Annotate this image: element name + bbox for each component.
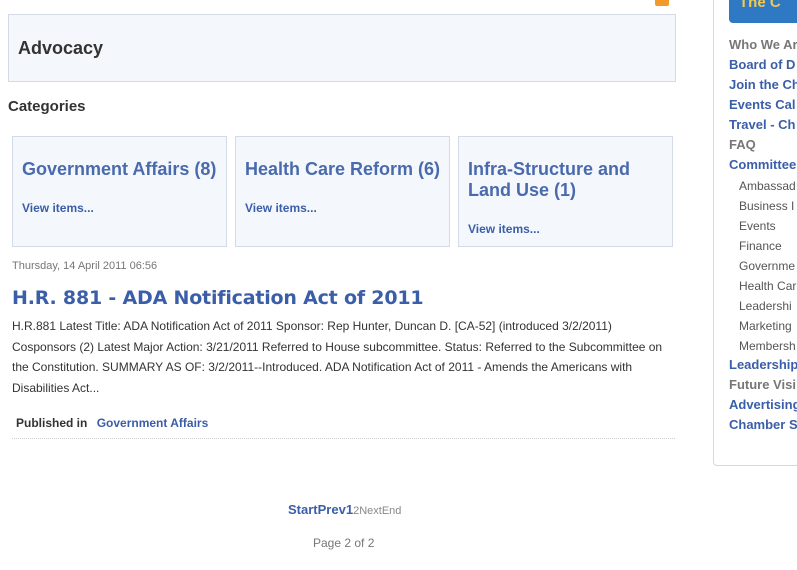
category-title[interactable]: Government Affairs (8) [22, 159, 218, 180]
sidebar-item[interactable]: Ambassad [729, 176, 797, 196]
sidebar-item[interactable]: Business I [729, 196, 797, 216]
article-date: Thursday, 14 April 2011 06:56 [12, 260, 158, 272]
sidebar-banner[interactable]: The C [729, 0, 797, 23]
sidebar-item[interactable]: Events [729, 216, 797, 236]
sidebar-menu: The C Who We Ar Board of D Join the Ch Even… [713, 0, 797, 466]
sidebar-item[interactable]: Join the Ch [729, 76, 797, 96]
sidebar-item[interactable]: Board of D [729, 56, 797, 76]
category-title[interactable]: Infra-Structure and Land Use (1) [468, 159, 664, 201]
divider [12, 438, 675, 439]
published-label: Published in [16, 416, 88, 430]
sidebar-item[interactable]: Marketing [729, 316, 797, 336]
article-title-link[interactable]: H.R. 881 - ADA Notification Act of 2011 [12, 287, 424, 309]
sidebar-item[interactable]: Future Visi [729, 376, 797, 396]
published-in: Published in Government Affairs [16, 416, 208, 430]
categories-heading: Categories [8, 98, 86, 115]
view-items-link[interactable]: View items... [468, 222, 540, 236]
sidebar-item[interactable]: Who We Ar [729, 36, 797, 56]
sidebar-item[interactable]: Membersh [729, 336, 797, 356]
article-body: H.R.881 Latest Title: ADA Notification A… [12, 319, 663, 395]
pagination-start-link[interactable]: Start [288, 502, 318, 517]
sidebar-item[interactable]: Governme [729, 256, 797, 276]
sidebar-item[interactable]: Leadership [729, 356, 797, 376]
sidebar-item[interactable]: Leadershi [729, 296, 797, 316]
pagination-prev-link[interactable]: Prev [318, 502, 346, 517]
pagination: StartPrev12NextEnd [288, 502, 401, 517]
rss-feed-icon[interactable] [655, 0, 669, 6]
page-counter: Page 2 of 2 [313, 536, 375, 550]
pagination-page-1-link[interactable]: 1 [346, 502, 353, 517]
category-box-infra-structure: Infra-Structure and Land Use (1) View it… [458, 136, 673, 247]
published-category-link[interactable]: Government Affairs [97, 416, 209, 430]
view-items-link[interactable]: View items... [245, 201, 317, 215]
category-box-health-care-reform: Health Care Reform (6) View items... [235, 136, 450, 247]
sidebar-item[interactable]: Advertising [729, 396, 797, 416]
category-title[interactable]: Health Care Reform (6) [245, 159, 441, 180]
sidebar-item[interactable]: Committee [729, 156, 797, 176]
category-box-government-affairs: Government Affairs (8) View items... [12, 136, 227, 247]
page-header: Advocacy [8, 14, 676, 82]
sidebar-item[interactable]: FAQ [729, 136, 797, 156]
pagination-next: Next [359, 505, 382, 517]
sidebar-item[interactable]: Health Car [729, 276, 797, 296]
view-items-link[interactable]: View items... [22, 201, 94, 215]
sidebar-item[interactable]: Travel - Ch [729, 116, 797, 136]
sidebar-item[interactable]: Chamber S [729, 416, 797, 436]
page-title: Advocacy [18, 38, 104, 58]
sidebar-item[interactable]: Finance [729, 236, 797, 256]
sidebar-item[interactable]: Events Cal [729, 96, 797, 116]
pagination-end: End [381, 505, 402, 517]
sidebar-banner-text: The C [739, 0, 781, 11]
sidebar-list: Who We Ar Board of D Join the Ch Events Cal… [729, 36, 797, 436]
